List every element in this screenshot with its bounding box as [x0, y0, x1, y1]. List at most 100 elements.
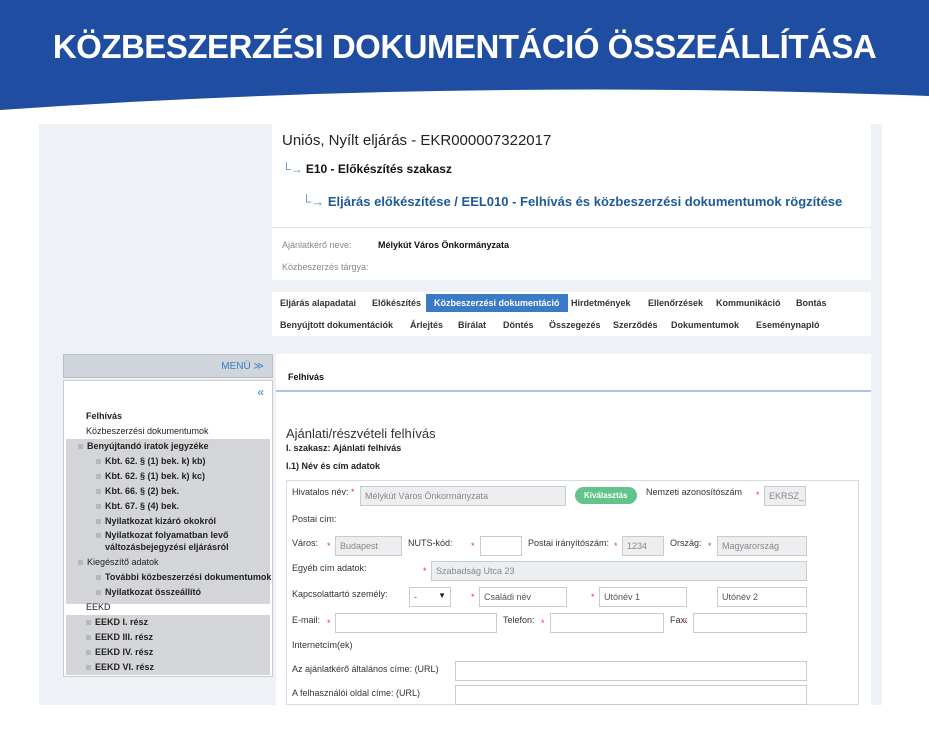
official-name-input[interactable]: Mélykút Város Önkormányzata — [360, 486, 566, 506]
subject-label: Közbeszerzés tárgya: — [282, 262, 369, 272]
requester-label: Ajánlatkérő neve: — [282, 240, 352, 250]
internet-label: Internetcím(ek) — [292, 640, 353, 650]
panel-tab-felhivas[interactable]: Felhívás — [288, 372, 324, 382]
required-icon: * — [471, 541, 475, 551]
general-url-label: Az ajánlatkérő általános címe: (URL) — [292, 664, 439, 674]
zip-input[interactable]: 1234 — [622, 536, 664, 556]
address-form: Hivatalos név: * Mélykút Város Önkormány… — [286, 480, 859, 705]
select-value: - — [414, 592, 417, 602]
sidebar-item-label: Kbt. 67. § (4) bek. — [105, 501, 180, 511]
sidebar-item-eekd-3[interactable]: EEKD III. rész — [86, 632, 153, 642]
tab-biralat[interactable]: Bírálat — [458, 320, 486, 330]
required-icon: * — [351, 487, 355, 497]
tree-node-icon — [96, 489, 101, 495]
given-name2-input[interactable]: Utónév 2 — [717, 587, 807, 607]
required-icon: * — [423, 566, 427, 576]
procedure-title: Uniós, Nyílt eljárás - EKR000007322017 — [282, 132, 552, 149]
sidebar-item-label: Nyilatkozat összeállító — [105, 587, 202, 597]
required-icon: * — [541, 618, 545, 628]
nuts-input[interactable] — [480, 536, 522, 556]
tree-node-icon — [86, 620, 91, 626]
sidebar-item-kizaro-okok[interactable]: Nyilatkozat kizáró okokról — [96, 516, 216, 526]
tree-node-icon — [86, 665, 91, 671]
stage-link[interactable]: └→ E10 - Előkészítés szakasz — [282, 162, 452, 176]
other-address-label: Egyéb cím adatok: — [292, 563, 367, 573]
sidebar-item-benyujtando[interactable]: Benyújtandó iratok jegyzéke — [78, 441, 209, 451]
fax-input[interactable] — [693, 613, 807, 633]
national-id-input[interactable]: EKRSZ_ — [764, 486, 806, 506]
sidebar-item-folyamatban[interactable]: Nyilatkozat folyamatban levő — [96, 530, 229, 540]
profile-url-input[interactable] — [455, 685, 807, 705]
sidebar-item-kbt62-kb[interactable]: Kbt. 62. § (1) bek. k) kb) — [96, 456, 206, 466]
menu-header[interactable]: MENÜ ≫ — [63, 354, 273, 378]
tab-dontes[interactable]: Döntés — [503, 320, 534, 330]
tab-bontas[interactable]: Bontás — [796, 298, 827, 308]
tab-arlejtes[interactable]: Árlejtés — [410, 320, 443, 330]
folder-icon — [78, 560, 83, 566]
required-icon: * — [591, 592, 595, 602]
tab-eljaras-alapadatai[interactable]: Eljárás alapadatai — [280, 298, 356, 308]
city-input[interactable]: Budapest — [335, 536, 402, 556]
tab-ellenorzesek[interactable]: Ellenőrzések — [648, 298, 703, 308]
sidebar-item-label: EEKD III. rész — [95, 632, 154, 642]
divider — [272, 227, 871, 228]
tree-node-icon — [78, 444, 83, 450]
required-icon: * — [471, 592, 475, 602]
sidebar-item-kiegeszito[interactable]: Kiegészítő adatok — [78, 557, 159, 567]
general-url-input[interactable] — [455, 661, 807, 681]
phone-input[interactable] — [550, 613, 664, 633]
sidebar-item-kbt62-kc[interactable]: Kbt. 62. § (1) bek. k) kc) — [96, 471, 205, 481]
sidebar-item-kbt66[interactable]: Kbt. 66. § (2) bek. — [96, 486, 179, 496]
sidebar-item-label: Kbt. 66. § (2) bek. — [105, 486, 180, 496]
given-name1-input[interactable]: Utónév 1 — [599, 587, 687, 607]
sidebar-item-eekd[interactable]: EEKD — [86, 602, 111, 612]
contact-label: Kapcsolattartó személy: — [292, 589, 388, 599]
contact-prefix-select[interactable]: - ▼ — [409, 587, 451, 607]
tab-esemenynaplo[interactable]: Eseménynapló — [756, 320, 820, 330]
dropdown-arrow-icon: ▼ — [438, 591, 446, 600]
family-name-input[interactable]: Családi név — [479, 587, 567, 607]
tab-elokeszites[interactable]: Előkészítés — [372, 298, 421, 308]
tab-osszegezes[interactable]: Összegezés — [549, 320, 601, 330]
branch-arrow-icon: └→ — [282, 162, 306, 176]
select-button[interactable]: Kiválasztás — [575, 487, 637, 504]
banner-title: KÖZBESZERZÉSI DOKUMENTÁCIÓ ÖSSZEÁLLÍTÁSA — [52, 28, 877, 65]
sidebar-item-felhivas[interactable]: Felhívás — [86, 411, 122, 421]
menu-toggle[interactable]: MENÜ ≫ — [221, 361, 264, 372]
country-label: Ország: — [670, 538, 702, 548]
tab-kozbeszerzesi-dokumentacio[interactable]: Közbeszerzési dokumentáció — [426, 294, 568, 312]
sidebar-item-label: Kiegészítő adatok — [87, 557, 159, 567]
tree-node-icon — [96, 474, 101, 480]
sidebar-item-eekd-1[interactable]: EEKD I. rész — [86, 617, 148, 627]
tab-benyujtott-dokumentaciok[interactable]: Benyújtott dokumentációk — [280, 320, 393, 330]
other-address-input[interactable]: Szabadság Utca 23 — [431, 561, 807, 581]
required-icon: * — [708, 541, 712, 551]
tab-hirdetmenyek[interactable]: Hirdetmények — [571, 298, 631, 308]
sidebar-item-label: Kbt. 62. § (1) bek. k) kc) — [105, 471, 206, 481]
sidebar-item-kozbeszerzesi-dokumentumok[interactable]: Közbeszerzési dokumentumok — [86, 426, 209, 436]
country-input[interactable]: Magyarország — [717, 536, 807, 556]
sidebar-item-kbt67[interactable]: Kbt. 67. § (4) bek. — [96, 501, 179, 511]
sidebar-item-eekd-4[interactable]: EEKD IV. rész — [86, 647, 153, 657]
city-label: Város: — [292, 538, 319, 548]
sidebar-item-tovabbi[interactable]: További közbeszerzési dokumentumok — [96, 572, 271, 582]
tab-szerzodes[interactable]: Szerződés — [613, 320, 658, 330]
tree-node-icon — [86, 635, 91, 641]
collapse-icon[interactable]: « — [257, 385, 264, 399]
tab-kommunikacio[interactable]: Kommunikáció — [716, 298, 781, 308]
stage-label: E10 - Előkészítés szakasz — [305, 162, 452, 176]
sidebar-item-label: Benyújtandó iratok jegyzéke — [87, 441, 209, 451]
sidebar-item-label: Nyilatkozat folyamatban levő — [105, 530, 229, 540]
tab-dokumentumok[interactable]: Dokumentumok — [671, 320, 739, 330]
tree-node-icon — [96, 590, 101, 596]
sidebar-menu: « Felhívás Közbeszerzési dokumentumok Be… — [63, 380, 273, 677]
sidebar-item-nyilatkozat-osszeallito[interactable]: Nyilatkozat összeállító — [96, 587, 201, 597]
task-link[interactable]: └→ Eljárás előkészítése / EEL010 - Felhí… — [302, 194, 842, 209]
sidebar-item-label: EEKD I. rész — [95, 617, 149, 627]
sidebar-item-eekd-6[interactable]: EEKD VI. rész — [86, 662, 154, 672]
email-input[interactable] — [335, 613, 497, 633]
tree-node-icon — [86, 650, 91, 656]
sidebar-item-label: További közbeszerzési dokumentumok — [105, 572, 272, 582]
subsection-title: I.1) Név és cím adatok — [286, 461, 381, 471]
national-id-label: Nemzeti azonosítószám — [646, 487, 743, 497]
